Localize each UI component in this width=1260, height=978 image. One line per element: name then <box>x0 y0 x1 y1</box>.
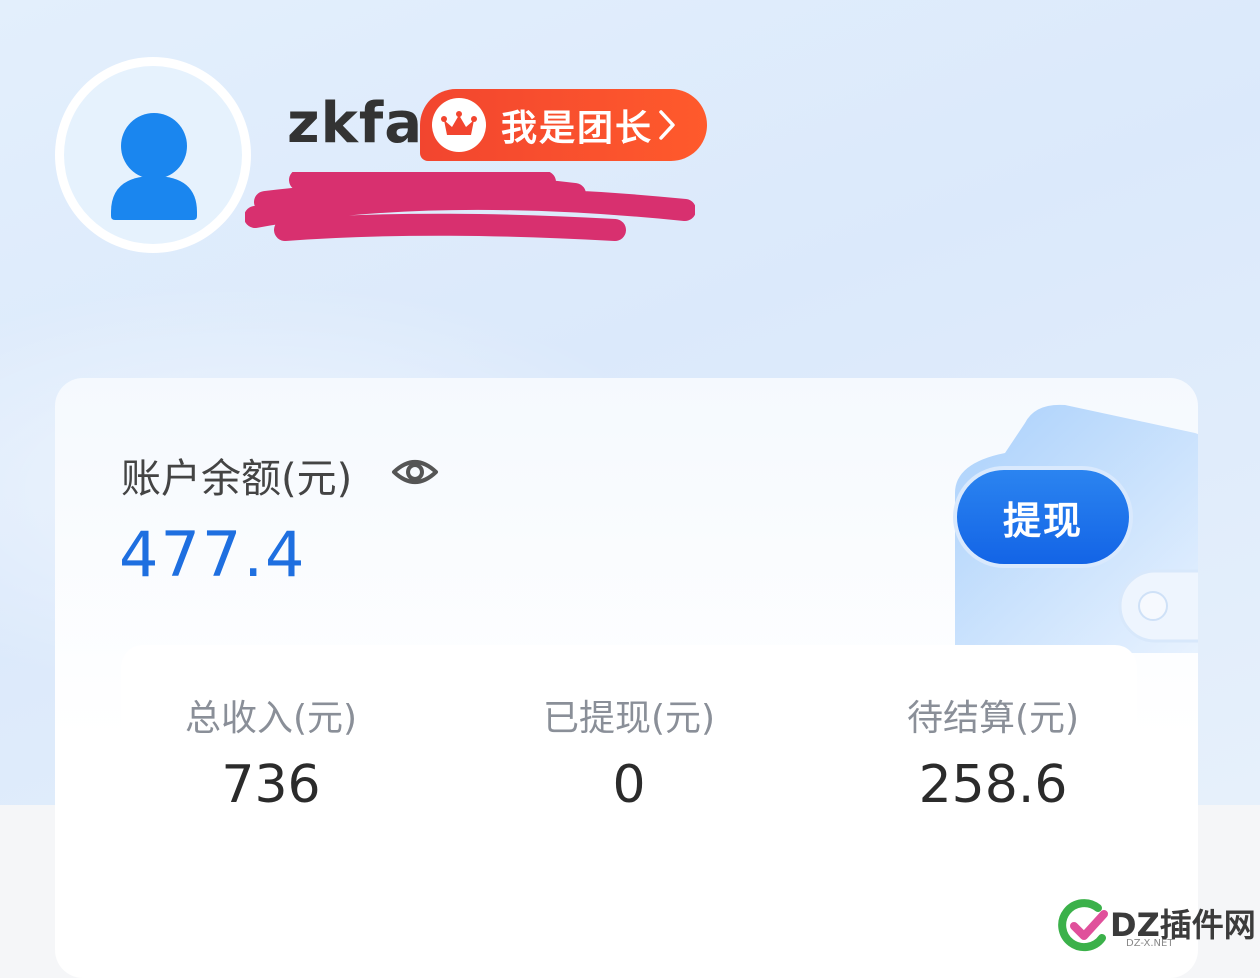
stat-label: 总收入(元) <box>184 698 358 739</box>
stat-label: 待结算(元) <box>906 698 1080 739</box>
chevron-right-icon <box>657 108 677 142</box>
watermark-sub: DZ-X.NET <box>1126 938 1174 949</box>
balance-card: 账户余额(元) 477.4 提现 总收入(元) 736 已提现(元) 0 待结算… <box>55 378 1198 978</box>
leader-badge-button[interactable]: 我是团长 <box>420 89 707 161</box>
avatar-inner <box>64 66 242 244</box>
avatar[interactable] <box>55 57 251 253</box>
check-logo-icon <box>1058 899 1108 952</box>
balance-label: 账户余额(元) <box>121 456 353 502</box>
watermark: DZ插件网 DZ-X.NET <box>1058 898 1258 962</box>
eye-icon[interactable] <box>391 448 439 496</box>
stat-label: 已提现(元) <box>542 698 716 739</box>
stat-value: 736 <box>221 755 321 815</box>
redaction-scribble <box>245 172 695 241</box>
leader-badge-label: 我是团长 <box>501 108 654 149</box>
stat-value: 0 <box>612 755 646 815</box>
crown-icon <box>432 98 486 152</box>
withdraw-button[interactable]: 提现 <box>953 466 1133 568</box>
stat-value: 258.6 <box>918 755 1068 815</box>
username: zkfa <box>287 91 423 156</box>
balance-value: 477.4 <box>119 518 307 591</box>
stats-panel: 总收入(元) 736 已提现(元) 0 待结算(元) 258.6 <box>121 645 1137 860</box>
user-icon <box>111 113 197 220</box>
